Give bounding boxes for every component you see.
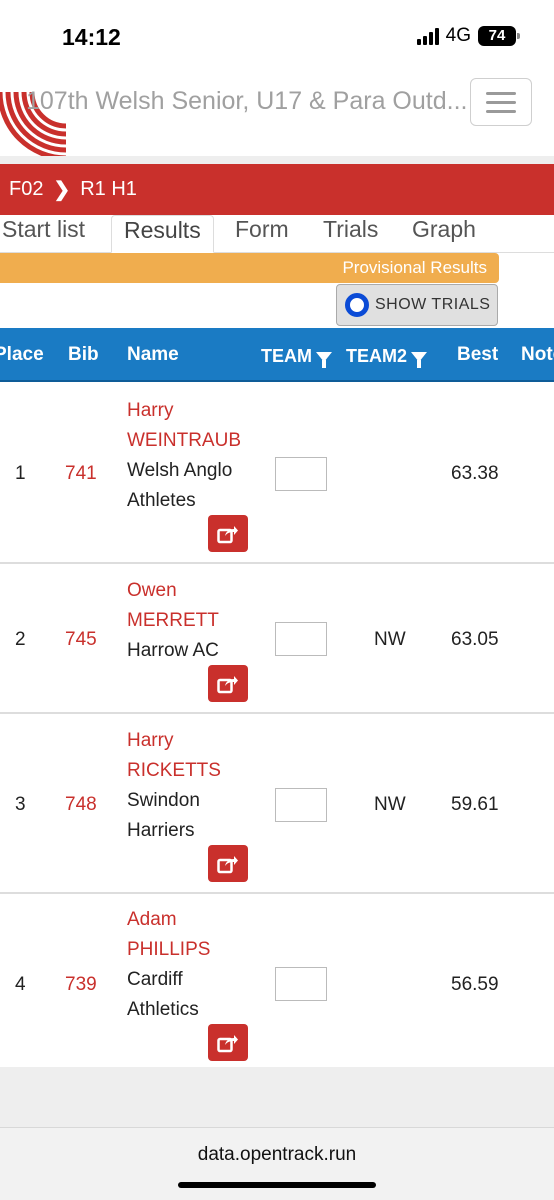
place-cell: 2: [15, 629, 26, 650]
name-cell: Harry WEINTRAUB Welsh Anglo Athletes: [127, 396, 241, 516]
athlete-first-name-link[interactable]: Harry: [127, 726, 221, 756]
club-name-cont: Harriers: [127, 820, 195, 841]
team-checkbox[interactable]: [275, 457, 327, 491]
cellular-signal-icon: [416, 27, 439, 45]
chevron-right-icon: ❯: [53, 179, 71, 201]
bib-link[interactable]: 745: [65, 629, 97, 651]
athlete-last-name-link[interactable]: RICKETTS: [127, 756, 221, 786]
breadcrumb: F02 ❯ R1 H1: [0, 164, 554, 215]
breadcrumb-round[interactable]: R1 H1: [80, 178, 137, 201]
column-header-team[interactable]: TEAM: [261, 346, 332, 369]
share-button[interactable]: [208, 1024, 248, 1061]
table-row: 4 739 Adam PHILLIPS Cardiff Athletics 56…: [0, 894, 554, 1067]
share-button[interactable]: [208, 845, 248, 882]
show-trials-button[interactable]: SHOW TRIALS: [336, 284, 498, 326]
menu-icon-bar: [486, 100, 516, 104]
table-row: 3 748 Harry RICKETTS Swindon Harriers NW…: [0, 714, 554, 894]
name-cell: Harry RICKETTS Swindon Harriers: [127, 726, 221, 846]
battery-icon: 74: [478, 26, 520, 46]
network-type: 4G: [445, 25, 471, 46]
place-cell: 1: [15, 463, 26, 484]
best-mark: 56.59: [451, 974, 499, 995]
clock: 14:12: [62, 24, 121, 50]
team-checkbox[interactable]: [275, 967, 327, 1001]
share-icon: [217, 1034, 238, 1052]
club-name: Swindon: [127, 790, 200, 811]
athlete-first-name-link[interactable]: Adam: [127, 905, 210, 935]
competition-title[interactable]: 107th Welsh Senior, U17 & Para Outd...: [26, 87, 498, 116]
athlete-last-name-link[interactable]: WEINTRAUB: [127, 426, 241, 456]
name-cell: Adam PHILLIPS Cardiff Athletics: [127, 905, 210, 1025]
team-checkbox[interactable]: [275, 622, 327, 656]
share-button[interactable]: [208, 665, 248, 702]
column-header-bib[interactable]: Bib: [68, 344, 99, 366]
home-indicator[interactable]: [178, 1182, 376, 1188]
tab-start-list[interactable]: Start list: [2, 215, 85, 253]
url-text[interactable]: data.opentrack.run: [0, 1144, 554, 1166]
radio-icon: [345, 293, 369, 317]
club-name: Welsh Anglo: [127, 460, 233, 481]
status-icons: 4G 74: [416, 25, 520, 47]
column-header-name[interactable]: Name: [127, 344, 179, 366]
bib-link[interactable]: 741: [65, 463, 97, 485]
page-footer-area: [0, 1067, 554, 1127]
place-cell: 4: [15, 974, 26, 995]
bib-link[interactable]: 739: [65, 974, 97, 996]
menu-icon-bar: [486, 109, 516, 113]
bib-link[interactable]: 748: [65, 794, 97, 816]
hamburger-menu-button[interactable]: [470, 78, 532, 126]
club-name-cont: Athletics: [127, 999, 199, 1020]
tab-trials[interactable]: Trials: [323, 215, 378, 253]
athlete-first-name-link[interactable]: Harry: [127, 396, 241, 426]
filter-icon[interactable]: [316, 352, 332, 369]
menu-icon-bar: [486, 91, 516, 95]
tab-graph[interactable]: Graph: [412, 215, 476, 253]
table-row: 2 745 Owen MERRETT Harrow AC NW 63.05: [0, 564, 554, 714]
tab-form[interactable]: Form: [235, 215, 289, 253]
filter-icon[interactable]: [411, 352, 428, 369]
column-header-best[interactable]: Best: [457, 344, 498, 366]
team2-cell: NW: [374, 629, 406, 650]
browser-address-bar[interactable]: data.opentrack.run: [0, 1127, 554, 1200]
club-name-cont: Athletes: [127, 490, 196, 511]
status-bar: 14:12 4G 74: [0, 0, 554, 70]
header-divider: [0, 156, 554, 164]
breadcrumb-event-link[interactable]: F02: [9, 178, 43, 201]
results-table-header: Place Bib Name TEAM TEAM2 Best Notes: [0, 328, 554, 382]
team-checkbox[interactable]: [275, 788, 327, 822]
share-button[interactable]: [208, 515, 248, 552]
athlete-last-name-link[interactable]: PHILLIPS: [127, 935, 210, 965]
athlete-first-name-link[interactable]: Owen: [127, 576, 219, 606]
athlete-last-name-link[interactable]: MERRETT: [127, 606, 219, 636]
team2-header-label: TEAM2: [346, 346, 408, 366]
app-header: 107th Welsh Senior, U17 & Para Outd...: [0, 70, 554, 160]
best-mark: 59.61: [451, 794, 499, 815]
best-mark: 63.05: [451, 629, 499, 650]
show-trials-label: SHOW TRIALS: [375, 296, 491, 313]
club-name: Harrow AC: [127, 640, 219, 661]
place-cell: 3: [15, 794, 26, 815]
team2-cell: NW: [374, 794, 406, 815]
column-header-team2[interactable]: TEAM2: [346, 346, 428, 369]
column-header-place[interactable]: Place: [0, 344, 44, 366]
column-header-notes[interactable]: Notes: [521, 344, 554, 366]
provisional-results-banner: Provisional Results: [0, 253, 499, 283]
team-header-label: TEAM: [261, 346, 312, 366]
share-icon: [217, 525, 238, 543]
club-name: Cardiff: [127, 969, 183, 990]
share-icon: [217, 855, 238, 873]
share-icon: [217, 675, 238, 693]
table-row: 1 741 Harry WEINTRAUB Welsh Anglo Athlet…: [0, 382, 554, 564]
name-cell: Owen MERRETT Harrow AC: [127, 576, 219, 666]
tab-results[interactable]: Results: [111, 215, 214, 253]
tab-bar: Start list Results Form Trials Graph: [0, 215, 554, 253]
best-mark: 63.38: [451, 463, 499, 484]
